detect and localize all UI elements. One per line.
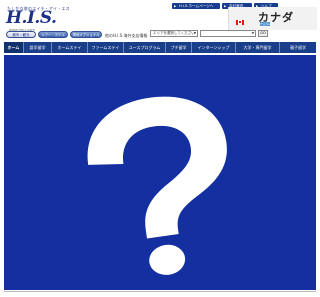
footer-divider: [4, 291, 316, 292]
tab-tour-hotel[interactable]: ツアー・ホテル: [38, 31, 68, 38]
nav-home[interactable]: ホーム: [4, 42, 24, 53]
main-content-panel: [4, 55, 316, 290]
main-nav: ホーム 語学留学 ホームステイ ファームステイ ユースプログラム プチ留学 イン…: [4, 42, 316, 53]
tab-city-sightseeing[interactable]: 都市・観光: [6, 31, 36, 38]
nav-parent-child-study[interactable]: 親子留学: [280, 42, 316, 53]
other-branch-info-link[interactable]: 他のH.I.S.海外支店情報: [105, 33, 147, 39]
branch-info-button[interactable]: 支店情報: [260, 22, 272, 26]
maple-leaf-icon: [239, 21, 241, 23]
nav-youth-program[interactable]: ユースプログラム: [124, 42, 166, 53]
nav-farmstay[interactable]: ファームステイ: [88, 42, 124, 53]
nav-petit-study[interactable]: プチ留学: [166, 42, 192, 53]
his-logo[interactable]: H.I.S.: [6, 10, 57, 27]
branch-select[interactable]: [200, 30, 256, 37]
tab-local-optional[interactable]: 現地オプショナル: [70, 31, 102, 38]
question-mark-icon: [87, 96, 227, 275]
area-select[interactable]: エリアを選択してください: [150, 30, 198, 37]
nav-language-study[interactable]: 語学留学: [24, 42, 52, 53]
his-home-link[interactable]: H.I.S.ホームページへ: [172, 3, 220, 9]
nav-homestay[interactable]: ホームステイ: [52, 42, 88, 53]
go-button[interactable]: GO: [258, 30, 268, 37]
nav-university-study[interactable]: 大学・専門留学: [236, 42, 280, 53]
nav-internship[interactable]: インターンシップ: [192, 42, 236, 53]
